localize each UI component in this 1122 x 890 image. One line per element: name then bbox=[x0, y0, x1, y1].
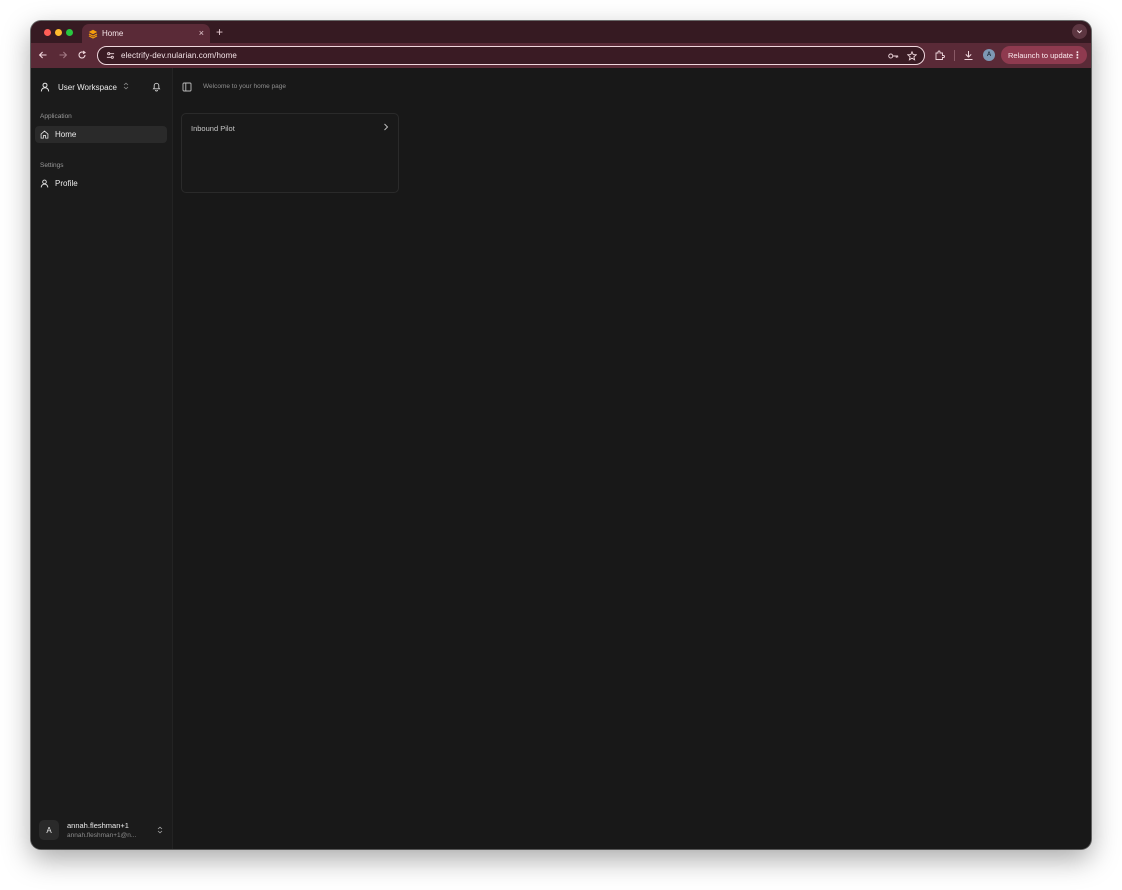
notifications-bell-icon[interactable] bbox=[150, 80, 163, 93]
app-card-inbound-pilot[interactable]: Inbound Pilot bbox=[181, 113, 399, 193]
tab-home[interactable]: Home × bbox=[82, 24, 210, 43]
relaunch-to-update-button[interactable]: Relaunch to update ⋮ bbox=[1001, 46, 1087, 64]
sidebar-item-label: Profile bbox=[55, 179, 78, 188]
toolbar-divider bbox=[954, 50, 955, 61]
back-button[interactable] bbox=[37, 49, 49, 61]
page-subtitle: Welcome to your home page bbox=[203, 83, 286, 90]
browser-window: Home × + electrify-dev.nularian.com/home… bbox=[31, 21, 1091, 849]
chevrons-up-down-icon bbox=[157, 826, 163, 836]
user-name: annah.fleshman+1 bbox=[67, 821, 129, 830]
workspace-label: User Workspace bbox=[58, 82, 117, 92]
browser-toolbar: electrify-dev.nularian.com/home A Relaun… bbox=[31, 43, 1091, 68]
user-icon bbox=[40, 82, 50, 92]
more-menu-icon[interactable]: ⋮ bbox=[1073, 49, 1082, 61]
tab-strip: Home × + bbox=[31, 21, 1091, 43]
password-key-icon[interactable] bbox=[888, 50, 899, 61]
layers-icon bbox=[87, 28, 98, 39]
close-window-button[interactable] bbox=[44, 29, 51, 36]
avatar: A bbox=[39, 820, 59, 840]
user-icon bbox=[40, 179, 49, 188]
home-icon bbox=[40, 130, 49, 139]
arrow-left-icon bbox=[38, 51, 47, 59]
chevron-down-icon bbox=[1076, 30, 1083, 34]
chevrons-up-down-icon bbox=[123, 82, 129, 92]
sidebar-group-application: Application bbox=[40, 113, 72, 120]
minimize-window-button[interactable] bbox=[55, 29, 62, 36]
reload-icon bbox=[78, 50, 86, 59]
app-content: User Workspace Application Home Settings… bbox=[31, 68, 1091, 849]
sidebar-item-home[interactable]: Home bbox=[35, 126, 167, 143]
maximize-window-button[interactable] bbox=[66, 29, 73, 36]
profile-avatar[interactable]: A bbox=[983, 49, 995, 61]
sidebar-toggle-icon[interactable] bbox=[182, 82, 192, 92]
sidebar-item-label: Home bbox=[55, 130, 77, 139]
sidebar-group-settings: Settings bbox=[40, 162, 64, 169]
download-icon[interactable] bbox=[962, 49, 974, 61]
sidebar-item-profile[interactable]: Profile bbox=[35, 175, 167, 192]
user-info: annah.fleshman+1 annah.fleshman+1@n... bbox=[67, 821, 147, 839]
user-email: annah.fleshman+1@n... bbox=[67, 832, 137, 839]
user-account-menu[interactable]: A annah.fleshman+1 annah.fleshman+1@n... bbox=[39, 818, 167, 842]
card-title: Inbound Pilot bbox=[191, 124, 235, 133]
address-url[interactable]: electrify-dev.nularian.com/home bbox=[121, 51, 237, 60]
sidebar: User Workspace Application Home Settings… bbox=[31, 68, 173, 849]
workspace-switcher[interactable]: User Workspace bbox=[40, 80, 129, 94]
tab-search-button[interactable] bbox=[1072, 24, 1087, 39]
extensions-icon[interactable] bbox=[933, 49, 945, 61]
bookmark-star-icon[interactable] bbox=[906, 50, 917, 61]
arrow-right-icon bbox=[59, 51, 68, 59]
relaunch-label: Relaunch to update bbox=[1008, 50, 1074, 60]
new-tab-button[interactable]: + bbox=[216, 25, 223, 39]
site-settings-icon[interactable] bbox=[105, 51, 115, 61]
tab-title: Home bbox=[102, 29, 124, 38]
chevron-right-icon bbox=[382, 123, 390, 131]
main-content: Welcome to your home page Inbound Pilot bbox=[174, 68, 1091, 849]
reload-button[interactable] bbox=[76, 49, 88, 61]
address-bar[interactable]: electrify-dev.nularian.com/home bbox=[97, 46, 925, 65]
forward-button[interactable] bbox=[57, 49, 69, 61]
tab-close-button[interactable]: × bbox=[199, 29, 204, 38]
